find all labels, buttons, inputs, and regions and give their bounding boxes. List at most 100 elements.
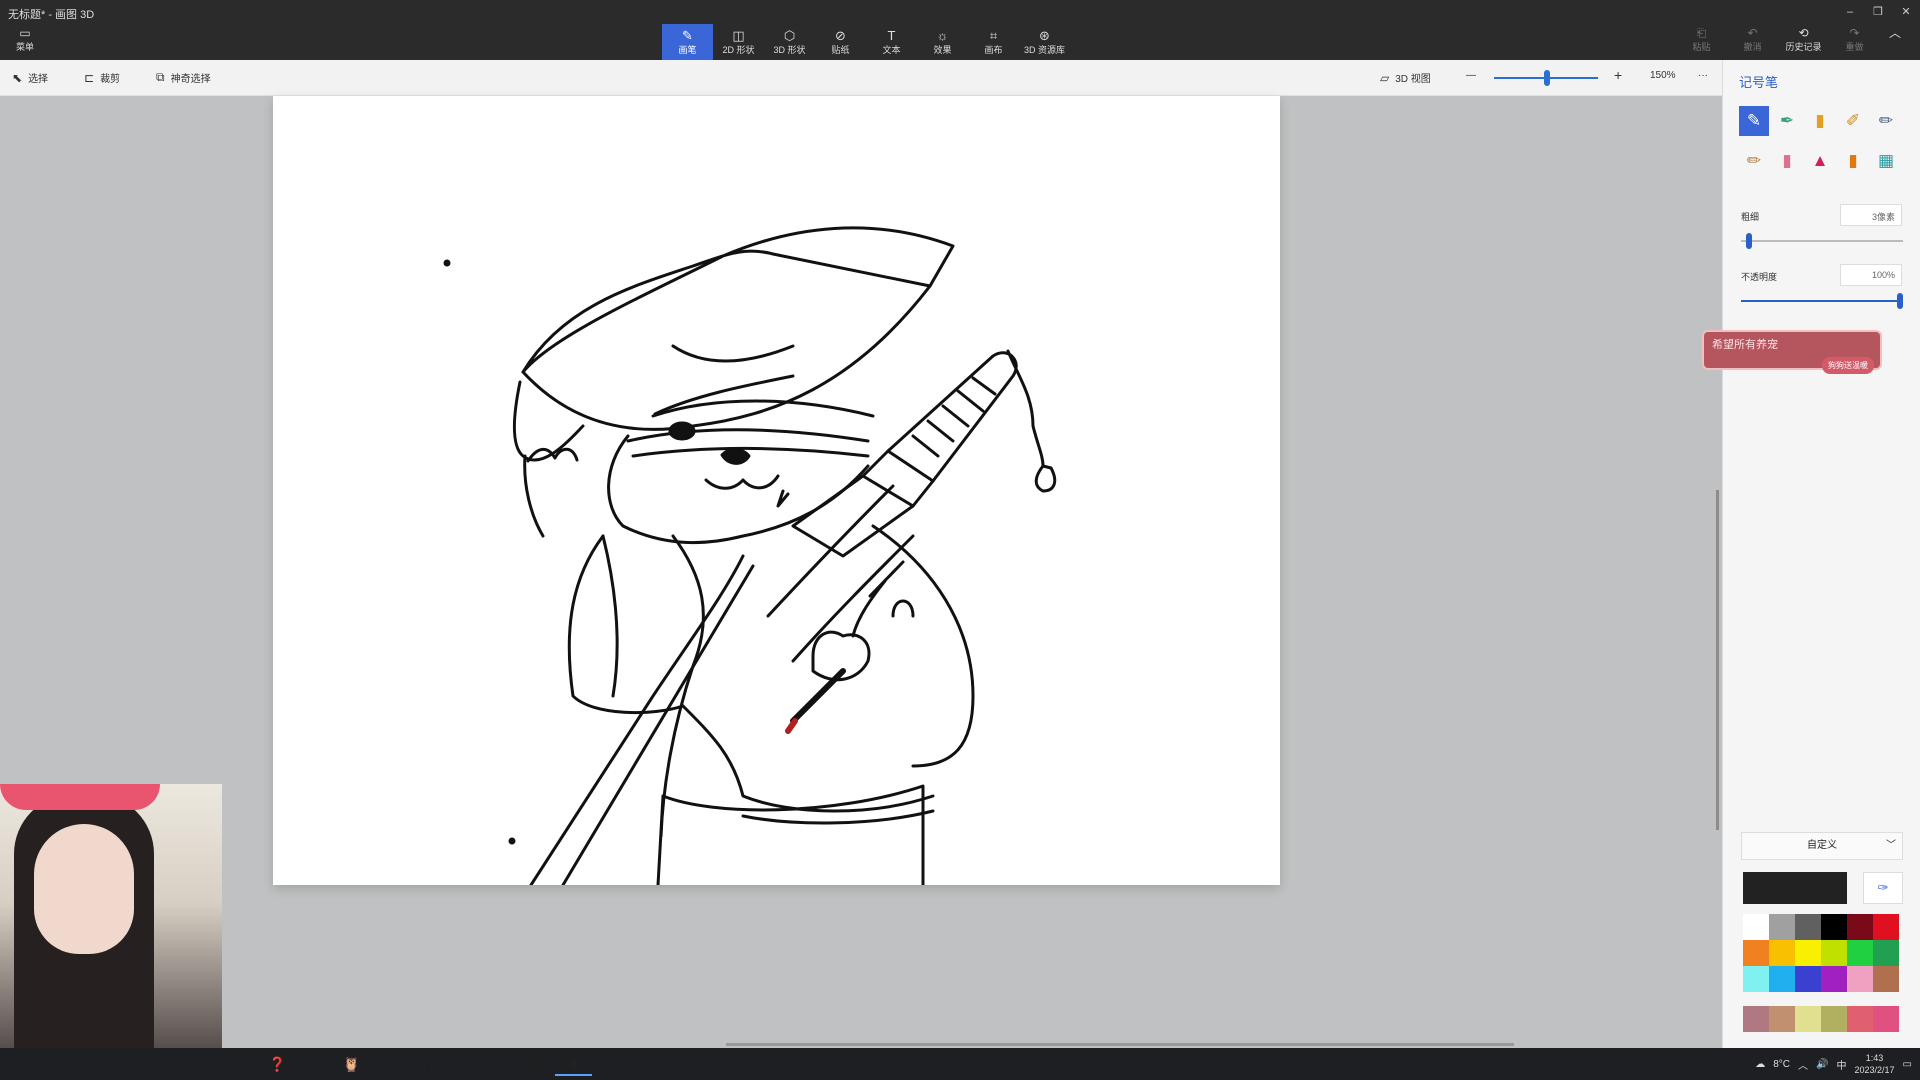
fill-icon[interactable]: ▦ [1871,146,1901,176]
color-swatch[interactable] [1873,966,1899,992]
pencil-icon[interactable]: ✏ [1739,146,1769,176]
history-icon: ⟲ [1798,26,1809,40]
color-mode-dropdown[interactable]: 自定义 ﹀ [1741,832,1903,860]
color-swatch[interactable] [1873,940,1899,966]
select-button[interactable]: ⬉ 选择 [12,70,48,86]
history-label: 历史记录 [1785,42,1822,52]
undo-button[interactable]: ↶ 撤消 [1727,26,1778,53]
maximize-button[interactable]: ❐ [1864,0,1892,24]
color-swatch[interactable] [1795,966,1821,992]
taskbar-app-icon[interactable]: ❓ [259,1052,296,1076]
crop-button[interactable]: ⊏ 裁剪 [84,70,120,86]
magic-select-button[interactable]: ⧉ 神奇选择 [156,70,211,85]
opacity-input[interactable]: 100% [1840,264,1902,286]
thickness-slider-thumb[interactable] [1745,233,1752,249]
collapse-ribbon-button[interactable]: ︿ [1880,26,1910,53]
taskbar-app-icon[interactable]: ◔ [296,1052,333,1076]
vertical-scrollbar[interactable] [1716,490,1719,830]
sticker-subtext: 狗狗送温暖 [1822,357,1874,374]
notification-icon[interactable]: ▭ [1903,1059,1912,1070]
color-swatch[interactable] [1847,966,1873,992]
undo-label: 撤消 [1743,42,1762,52]
webcam-overlay [0,784,222,1080]
color-swatch[interactable] [1795,1006,1821,1032]
volume-icon[interactable]: 🔊 [1816,1059,1828,1070]
opacity-slider-track[interactable] [1741,300,1903,302]
menu-button[interactable]: ▭ 菜单 [10,26,40,56]
taskbar-app-icon[interactable]: ◐ [407,1052,444,1076]
spray-can-icon[interactable]: ▮ [1838,146,1868,176]
weather-icon: ☁ [1755,1058,1766,1070]
tray-expand-icon[interactable]: ︿ [1798,1057,1808,1072]
tool-brushes[interactable]: ✎ 画笔 [662,24,713,60]
calligraphy-pen-icon[interactable]: ✒ [1772,106,1802,136]
taskbar-app-icon[interactable]: G [518,1052,555,1076]
clock[interactable]: 1:43 2023/2/17 [1855,1052,1895,1076]
tool-text[interactable]: T 文本 [866,24,917,60]
watercolor-icon[interactable]: ✐ [1838,106,1868,136]
tool-3d-shapes[interactable]: ⬡ 3D 形状 [764,24,815,60]
color-swatch[interactable] [1743,966,1769,992]
cat-samurai-drawing [443,226,1057,887]
color-swatch[interactable] [1743,1006,1769,1032]
color-swatch[interactable] [1821,940,1847,966]
zoom-in-button[interactable]: + [1614,67,1622,83]
color-swatch[interactable] [1795,914,1821,940]
color-swatch[interactable] [1821,914,1847,940]
color-swatch[interactable] [1847,914,1873,940]
color-swatch[interactable] [1847,1006,1873,1032]
tool-3d-library[interactable]: ⊛ 3D 资源库 [1019,24,1070,60]
taskbar-app-icon[interactable]: 🐱 [222,1052,259,1076]
history-button[interactable]: ⟲ 历史记录 [1778,26,1829,53]
color-swatch[interactable] [1873,914,1899,940]
thickness-slider-track[interactable] [1741,240,1903,242]
color-swatch[interactable] [1821,1006,1847,1032]
close-button[interactable]: ✕ [1892,0,1920,24]
minimize-button[interactable]: – [1836,0,1864,24]
drawing-canvas[interactable] [273,96,1280,887]
tool-canvas[interactable]: ⌗ 画布 [968,24,1019,60]
taskbar-app-icon[interactable]: 🦉 [333,1052,370,1076]
color-swatch[interactable] [1769,966,1795,992]
oil-brush-icon[interactable]: ▮ [1805,106,1835,136]
tool-effects[interactable]: ☼ 效果 [917,24,968,60]
color-swatch[interactable] [1743,914,1769,940]
thickness-input[interactable]: 3像素 [1840,204,1902,226]
marker-icon[interactable]: ✎ [1739,106,1769,136]
folder-icon: ▭ [19,26,31,40]
horizontal-scrollbar[interactable] [726,1043,1514,1046]
chevron-up-icon: ︿ [1888,26,1901,40]
taskbar-app-icon[interactable]: ♨ [444,1052,481,1076]
sticker-icon: ⊘ [835,28,846,43]
color-swatch[interactable] [1769,1006,1795,1032]
zoom-out-button[interactable]: — [1466,70,1476,81]
paste-button[interactable]: ⎗ 粘贴 [1676,26,1727,53]
current-color-swatch[interactable] [1743,872,1847,904]
tool-label: 效果 [933,45,952,55]
color-swatch[interactable] [1847,940,1873,966]
taskbar-app-icon[interactable]: ⬚ [370,1052,407,1076]
magic-select-label: 神奇选择 [170,74,211,85]
eyedropper-button[interactable]: ✑ [1863,872,1903,904]
color-swatch[interactable] [1743,940,1769,966]
eraser-icon[interactable]: ▮ [1772,146,1802,176]
more-options-button[interactable]: ··· [1698,70,1708,81]
opacity-slider-thumb[interactable] [1897,293,1903,309]
pixel-pen-icon[interactable]: ✏ [1871,106,1901,136]
color-swatch[interactable] [1769,914,1795,940]
shapes-3d-icon: ⬡ [783,28,796,43]
tool-2d-shapes[interactable]: ◫ 2D 形状 [713,24,764,60]
color-swatch[interactable] [1821,966,1847,992]
color-swatch[interactable] [1795,940,1821,966]
ime-indicator[interactable]: 中 [1837,1057,1847,1072]
color-swatch[interactable] [1873,1006,1899,1032]
zoom-slider-thumb[interactable] [1544,70,1550,86]
taskbar-app-icon[interactable]: ◆ [555,1052,592,1076]
zoom-level[interactable]: 150% [1650,70,1676,81]
color-swatch[interactable] [1769,940,1795,966]
view-3d-button[interactable]: ▱ 3D 视图 [1380,70,1431,86]
crayon-icon[interactable]: ▲ [1805,146,1835,176]
redo-button[interactable]: ↷ 重做 [1829,26,1880,53]
taskbar-app-icon[interactable]: ◎ [481,1052,518,1076]
tool-stickers[interactable]: ⊘ 贴纸 [815,24,866,60]
